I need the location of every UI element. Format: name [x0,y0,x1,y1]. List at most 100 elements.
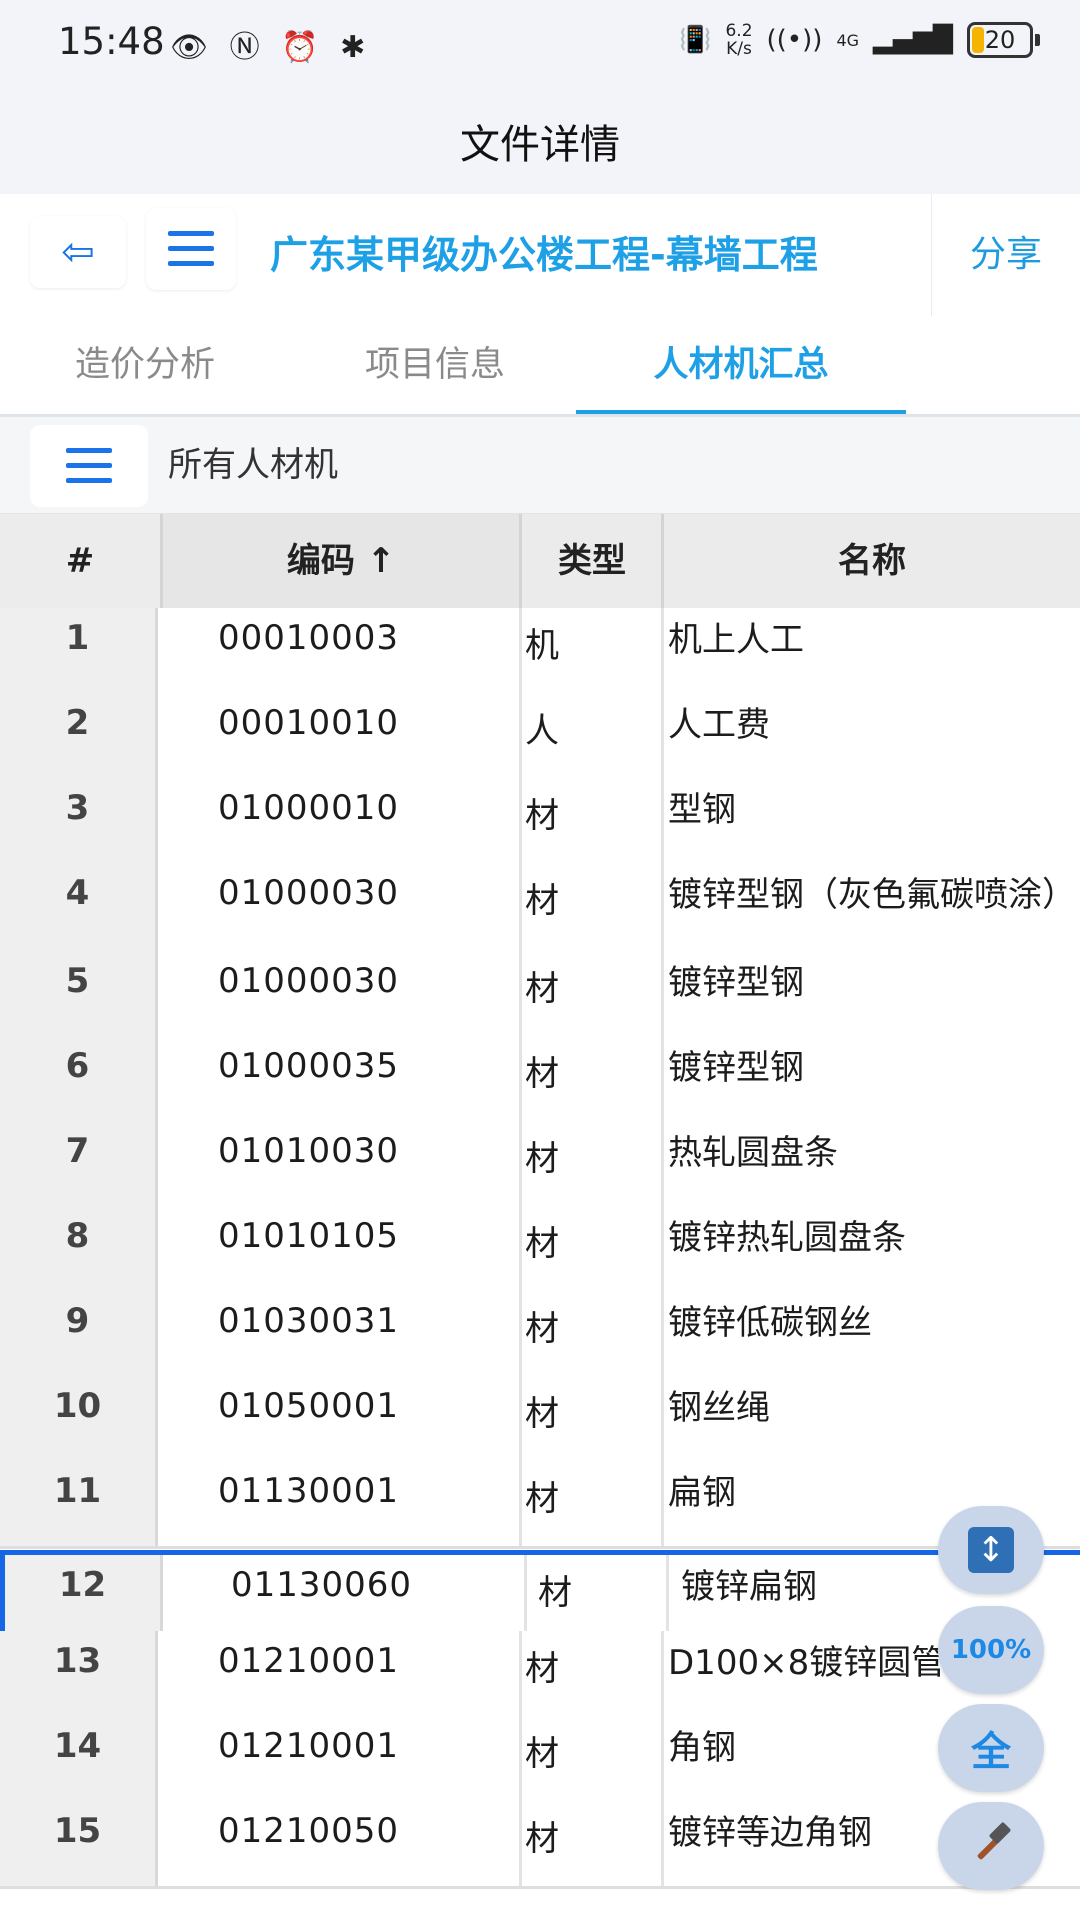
row-code: 01210001 [218,1641,400,1681]
status-right: 📳 6.2 K/s ((•)) 4G ▂▄▆█ 20 [679,22,1040,58]
row-code: 01130001 [218,1471,400,1511]
net-speed-unit: K/s [726,39,752,59]
row-name: 镀锌型钢 [668,963,804,1003]
row-code: 01000035 [218,1046,400,1086]
column-divider [519,1121,522,1206]
tab-project-info[interactable]: 项目信息 [320,316,550,414]
table-row[interactable]: 3 01000010 材 型钢 [0,778,1080,866]
column-header-name[interactable]: 名称 [664,514,1080,608]
table-row[interactable]: 9 01030031 材 镀锌低碳钢丝 [0,1291,1080,1379]
back-button[interactable]: ⇦ [30,216,126,288]
row-number: 1 [0,608,158,693]
eye-icon: 👁 [170,30,215,65]
column-divider [519,1206,522,1291]
column-divider [519,863,522,951]
row-code: 01210050 [218,1811,400,1851]
column-header-code[interactable]: 编码 ↑ [162,514,520,608]
row-type: 材 [525,1734,559,1774]
tools-button[interactable] [938,1802,1044,1890]
table-row[interactable]: 2 00010010 人 人工费 [0,693,1080,781]
row-name: 型钢 [668,790,736,830]
row-name: 钢丝绳 [668,1388,770,1428]
table-row[interactable]: 4 01000030 材 镀锌型钢（灰色氟碳喷涂） [0,863,1080,954]
row-number: 7 [0,1121,158,1206]
row-type: 材 [525,796,559,836]
row-code: 01000030 [218,873,400,913]
status-time: 15:48 [58,20,165,63]
row-name: 热轧圆盘条 [668,1133,838,1173]
table-row[interactable]: 11 01130001 材扁钢 [0,1461,1080,1549]
row-type: 材 [525,1139,559,1179]
row-number: 15 [0,1801,158,1886]
filter-label[interactable]: 所有人材机 [168,417,338,513]
row-number: 2 [0,693,158,778]
column-divider [519,514,522,608]
toolbar: ⇦ 广东某甲级办公楼工程-幕墙工程 分享 [0,194,1080,319]
column-divider [519,1716,522,1801]
show-all-button[interactable]: 全 [938,1704,1044,1792]
zoom-button[interactable]: 100% [938,1606,1044,1694]
column-divider [519,778,522,863]
row-code: 00010010 [218,703,400,743]
battery-cap [1035,34,1040,46]
row-number: 3 [0,778,158,863]
tab-cost-analysis[interactable]: 造价分析 [30,316,260,414]
row-type: 机 [525,626,559,666]
table-row[interactable]: 15 01210050 材镀锌等边角钢 [0,1801,1080,1889]
row-type: 材 [525,1479,559,1519]
signal-icon: ▂▄▆█ [873,25,953,55]
column-divider [666,1555,669,1633]
column-divider [661,514,664,608]
tab-resource-summary[interactable]: 人材机汇总 [576,316,906,414]
table-row[interactable]: 10 01050001 材 钢丝绳 [0,1376,1080,1464]
column-divider [661,1801,664,1886]
column-divider [661,1206,664,1291]
row-type: 材 [525,1054,559,1094]
table-header: # 编码 ↑ 类型 名称 [0,514,1080,611]
menu-button[interactable] [146,208,236,290]
page-title: 文件详情 [460,122,620,168]
filter-menu-button[interactable] [30,425,148,507]
table-row[interactable]: 6 01000035 材 镀锌型钢 [0,1036,1080,1124]
table-row-selected[interactable]: 12 01130060 材镀锌扁钢 [0,1550,1080,1638]
wifi-icon: ((•)) [766,25,823,55]
row-number: 8 [0,1206,158,1291]
row-code: 01000010 [218,788,400,828]
row-number: 10 [0,1376,158,1461]
row-type: 材 [525,1394,559,1434]
row-number: 4 [0,863,158,951]
network-type: 4G [836,30,860,50]
column-divider [661,1291,664,1376]
row-name: 镀锌低碳钢丝 [668,1303,872,1343]
battery-icon: 20 [967,22,1033,58]
column-header-type[interactable]: 类型 [522,514,662,608]
column-divider [661,1121,664,1206]
row-code: 01010030 [218,1131,400,1171]
row-name: 镀锌型钢 [668,1048,804,1088]
alarm-icon: ⏰ [281,30,325,65]
table-row[interactable]: 8 01010105 材 镀锌热轧圆盘条 [0,1206,1080,1294]
row-number: 14 [0,1716,158,1801]
expand-rows-button[interactable]: ↕ [938,1506,1044,1594]
table-row[interactable]: 14 01210001 材角钢 [0,1716,1080,1804]
share-button[interactable]: 分享 [931,194,1080,316]
column-divider [661,1376,664,1461]
row-code: 01210001 [218,1726,400,1766]
hammer-icon [977,1822,1011,1860]
table-row[interactable]: 13 01210001 材 D100×8镀锌圆管 [0,1631,1080,1719]
table-row[interactable]: 5 01000030 材 镀锌型钢 [0,951,1080,1039]
column-divider [661,693,664,778]
column-divider [519,1036,522,1121]
column-divider [661,863,664,951]
row-name: 镀锌型钢（灰色氟碳喷涂） [668,875,1076,915]
row-code: 00010003 [218,618,400,658]
table-row[interactable]: 7 01010030 材 热轧圆盘条 [0,1121,1080,1209]
battery-level: 20 [984,26,1016,54]
column-header-index[interactable]: # [0,514,160,608]
row-type: 材 [525,1649,559,1689]
row-name: 人工费 [668,705,770,745]
column-divider [661,778,664,863]
table-row[interactable]: 1 00010003 机 机上人工 [0,608,1080,696]
hamburger-icon [66,448,112,484]
filter-bar: 所有人材机 [0,417,1080,516]
